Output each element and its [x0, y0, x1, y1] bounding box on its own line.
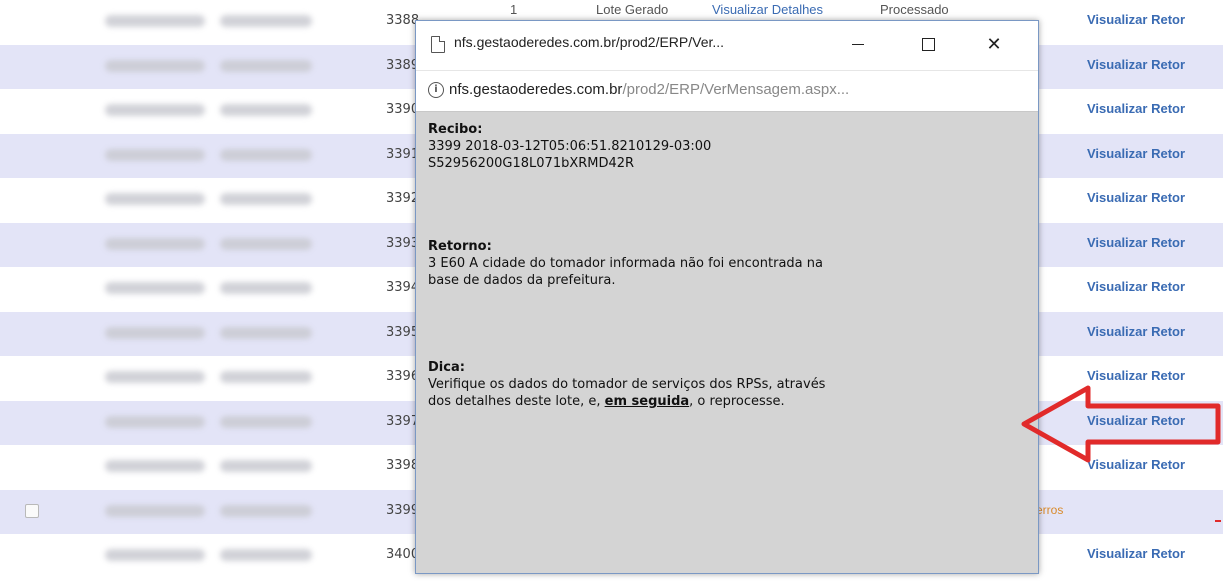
recibo-line-1: 3399 2018-03-12T05:06:51.8210129-03:00 [428, 139, 712, 154]
visualizar-retorno-link[interactable]: Visualizar Retor [1087, 279, 1185, 294]
recibo-line-2: S52956200G18L071bXRMD42R [428, 156, 635, 171]
blurred-cell [105, 193, 205, 205]
row-checkbox[interactable] [25, 504, 39, 518]
close-button[interactable]: ✕ [972, 29, 1016, 59]
visualizar-retorno-link[interactable]: Visualizar Retor [1087, 190, 1185, 205]
blurred-cell [220, 193, 312, 205]
visualizar-retorno-link[interactable]: Visualizar Retor [1087, 546, 1185, 561]
minimize-icon [852, 43, 864, 45]
close-icon: ✕ [986, 33, 1002, 55]
blurred-cell [105, 505, 205, 517]
blurred-cell [220, 15, 312, 27]
blurred-cell [220, 371, 312, 383]
row-status-errors[interactable]: erros [1036, 503, 1063, 517]
blurred-cell [220, 149, 312, 161]
page-icon [431, 36, 445, 53]
visualizar-retorno-link[interactable]: Visualizar Retor [1087, 146, 1185, 161]
blurred-cell [105, 371, 205, 383]
dica-line-2: dos detalhes deste lote, e, em seguida, … [428, 393, 1028, 410]
blurred-cell [105, 149, 205, 161]
recibo-section: Recibo: 3399 2018-03-12T05:06:51.8210129… [428, 121, 1028, 172]
blurred-cell [220, 416, 312, 428]
blurred-cell [105, 15, 205, 27]
dica-line-1: Verifique os dados do tomador de serviço… [428, 377, 826, 392]
red-arrow-annotation [1021, 385, 1221, 463]
blurred-cell [220, 460, 312, 472]
blurred-cell [105, 238, 205, 250]
dica-section: Dica: Verifique os dados do tomador de s… [428, 359, 1028, 410]
address-bar[interactable]: i nfs.gestaoderedes.com.br/prod2/ERP/Ver… [416, 70, 1038, 112]
maximize-button[interactable] [906, 29, 950, 59]
blurred-cell [220, 282, 312, 294]
visualizar-retorno-link[interactable]: Visualizar Retor [1087, 324, 1185, 339]
visualizar-retorno-link[interactable]: Visualizar Retor [1087, 57, 1185, 72]
retorno-line-2: base de dados da prefeitura. [428, 273, 616, 288]
message-popup-window: nfs.gestaoderedes.com.br/prod2/ERP/Ver..… [415, 20, 1039, 574]
retorno-section: Retorno: 3 E60 A cidade do tomador infor… [428, 238, 1028, 289]
url-path: /prod2/ERP/VerMensagem.aspx... [622, 81, 850, 98]
popup-titlebar[interactable]: nfs.gestaoderedes.com.br/prod2/ERP/Ver..… [416, 21, 1038, 70]
blurred-cell [105, 460, 205, 472]
visualizar-retorno-link[interactable]: Visualizar Retor [1087, 12, 1185, 27]
dica-line-2-start: dos detalhes deste lote, e, [428, 394, 605, 409]
blurred-cell [105, 416, 205, 428]
maximize-icon [921, 37, 935, 51]
blurred-cell [105, 104, 205, 116]
dica-label: Dica: [428, 360, 465, 375]
url-text: nfs.gestaoderedes.com.br/prod2/ERP/VerMe… [449, 81, 849, 98]
retorno-label: Retorno: [428, 239, 492, 254]
minimize-button[interactable] [836, 29, 880, 59]
visualizar-retorno-link[interactable]: Visualizar Retor [1087, 368, 1185, 383]
blurred-cell [105, 282, 205, 294]
blurred-cell [220, 238, 312, 250]
blurred-cell [105, 60, 205, 72]
blurred-cell [105, 549, 205, 561]
visualizar-retorno-link[interactable]: Visualizar Retor [1087, 101, 1185, 116]
em-seguida-emphasis: em seguida [604, 394, 690, 409]
info-icon[interactable]: i [428, 82, 444, 98]
url-domain: nfs.gestaoderedes.com.br [449, 81, 623, 98]
retorno-line-1: 3 E60 A cidade do tomador informada não … [428, 256, 823, 271]
dica-line-2-end: , o reprocesse. [689, 394, 785, 409]
popup-title: nfs.gestaoderedes.com.br/prod2/ERP/Ver..… [454, 34, 725, 50]
recibo-label: Recibo: [428, 122, 483, 137]
red-mark [1215, 520, 1221, 522]
blurred-cell [220, 549, 312, 561]
blurred-cell [220, 60, 312, 72]
blurred-cell [220, 104, 312, 116]
blurred-cell [105, 327, 205, 339]
blurred-cell [220, 327, 312, 339]
visualizar-retorno-link[interactable]: Visualizar Retor [1087, 235, 1185, 250]
blurred-cell [220, 505, 312, 517]
